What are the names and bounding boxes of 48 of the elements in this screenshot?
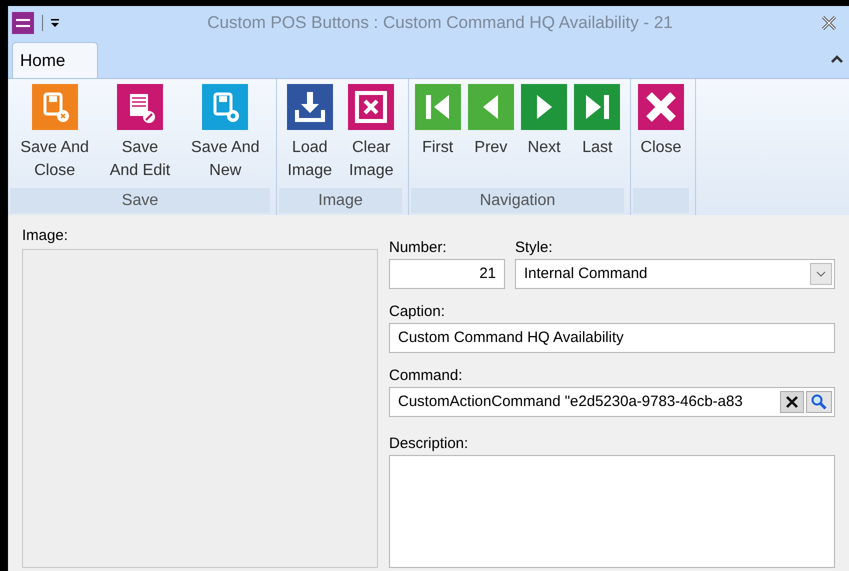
ribbon-button[interactable]: Clear Image <box>346 84 396 188</box>
ribbon-button[interactable]: Close <box>636 84 686 188</box>
field-label: Number: <box>389 238 448 258</box>
dropdown-button[interactable] <box>810 263 832 285</box>
save-icon <box>116 84 163 130</box>
search-icon <box>811 394 827 410</box>
group-label: Save <box>10 188 270 213</box>
ribbon-button[interactable]: Save And Edit <box>108 84 172 188</box>
field-label: Style: <box>515 238 554 258</box>
first-icon <box>414 84 461 130</box>
description-field[interactable] <box>389 455 835 568</box>
group-label: Navigation <box>411 188 624 213</box>
app-icon[interactable] <box>12 12 34 34</box>
ribbon-button[interactable]: First <box>412 84 463 188</box>
image-label: Image: <box>22 226 69 246</box>
ribbon-button[interactable]: Last <box>572 84 622 188</box>
dropdown-value: Internal Command <box>524 264 648 284</box>
save-icon <box>32 84 78 130</box>
ribbon-button[interactable]: Save And Close <box>18 84 91 188</box>
command-field[interactable]: CustomActionCommand "e2d5230a-9783-46cb-a83 <box>389 387 835 417</box>
ribbon-tab[interactable]: Home <box>12 42 98 78</box>
group-label: Image <box>279 188 402 213</box>
field-label: Description: <box>389 434 470 454</box>
download-icon <box>286 84 333 130</box>
next-icon <box>521 84 568 130</box>
quick-access-menu-icon[interactable] <box>51 18 59 28</box>
close-icon[interactable] <box>821 16 837 30</box>
ribbon-button[interactable]: Next <box>519 84 570 188</box>
save-icon <box>202 84 248 130</box>
clear-icon <box>786 396 798 408</box>
window-title: Custom POS Buttons : Custom Command HQ Availability - 21 <box>206 12 674 34</box>
clear-icon <box>348 84 394 130</box>
previous-icon <box>468 84 514 130</box>
clear-button[interactable] <box>780 391 804 413</box>
last-icon <box>574 84 620 130</box>
ribbon-button[interactable]: Save And New <box>189 84 262 188</box>
style-dropdown[interactable]: Internal Command <box>515 259 835 289</box>
field-label: Caption: <box>389 302 446 322</box>
field-value: CustomActionCommand "e2d5230a-9783-46cb-a83 <box>398 392 743 412</box>
ribbon-button[interactable]: Prev <box>466 84 516 188</box>
chevron-down-icon <box>816 271 826 277</box>
ribbon-button[interactable]: Load Image <box>284 84 335 188</box>
number-field[interactable]: 21 <box>389 259 505 289</box>
close-icon <box>638 84 684 130</box>
field-label: Command: <box>389 366 464 386</box>
collapse-ribbon-icon[interactable] <box>831 54 843 64</box>
search-button[interactable] <box>806 391 832 413</box>
caption-field[interactable]: Custom Command HQ Availability <box>389 323 835 353</box>
